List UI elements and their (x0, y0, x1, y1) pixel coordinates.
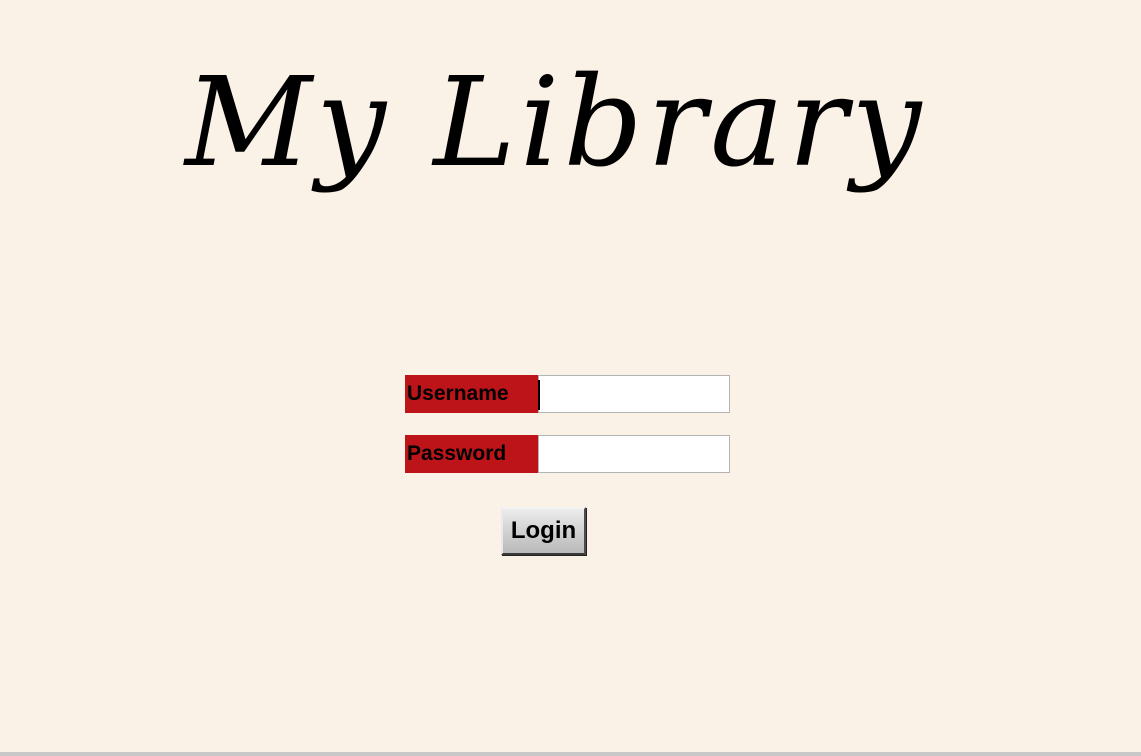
username-row: Username (405, 375, 730, 413)
password-row: Password (405, 435, 730, 473)
username-label: Username (405, 375, 538, 413)
window-bottom-edge (0, 752, 1141, 756)
page-title: My Library (185, 51, 926, 195)
password-input[interactable] (538, 435, 730, 473)
username-input[interactable] (538, 375, 730, 413)
text-cursor (538, 380, 540, 410)
page: My Library Username Password Login (0, 0, 1141, 752)
password-label: Password (405, 435, 538, 473)
login-button[interactable]: Login (501, 507, 586, 555)
